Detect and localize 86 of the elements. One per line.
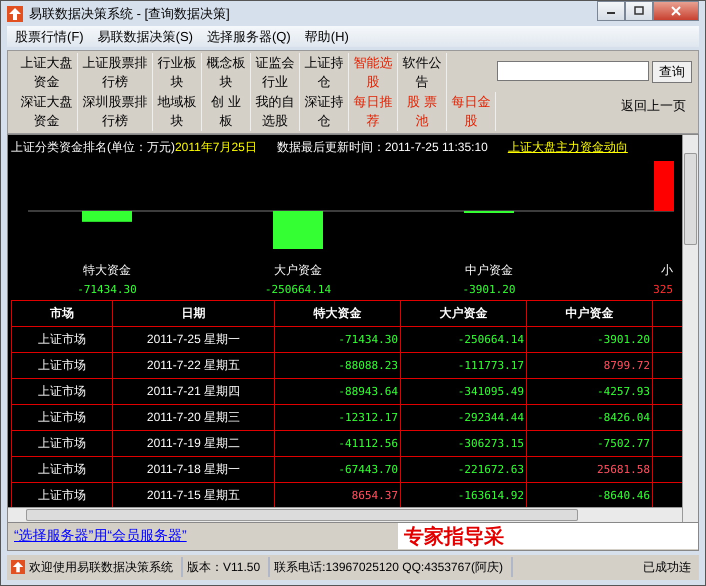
horizontal-scrollbar[interactable] xyxy=(8,506,682,522)
table-cell: -12312.17 xyxy=(274,404,400,430)
menu-item[interactable]: 易联数据决策(S) xyxy=(98,28,193,46)
chart-bar xyxy=(82,210,132,222)
table-cell: 上证市场 xyxy=(12,456,112,482)
table-cell: 上证市场 xyxy=(12,378,112,404)
table-cell: -3901.20 xyxy=(526,326,652,352)
toolbar-link[interactable]: 创 业板 xyxy=(206,92,246,132)
category-label: 中户资金 xyxy=(465,262,513,277)
table-cell: -67443.70 xyxy=(274,456,400,482)
table-cell: 2011-7-22 星期五 xyxy=(112,352,274,378)
search-field[interactable] xyxy=(497,61,649,82)
window-title: 易联数据决策系统 - [查询数据决策] xyxy=(29,4,230,23)
value-label: -250664.14 xyxy=(264,282,332,296)
table-cell: 2011-7-19 星期二 xyxy=(112,430,274,456)
chart-bar xyxy=(273,210,323,249)
toolbar-link[interactable]: 软件公告 xyxy=(402,53,442,92)
status-text: 已成功连 xyxy=(642,558,692,576)
table-cell: -292344.44 xyxy=(400,404,526,430)
vertical-scrollbar[interactable] xyxy=(682,134,698,522)
column-header: 中户资金 xyxy=(526,300,652,326)
table-cell: -8426.04 xyxy=(526,404,652,430)
up-arrow-icon xyxy=(11,560,25,574)
value-label: 325 xyxy=(653,282,673,296)
table-cell: 2011-7-21 星期四 xyxy=(112,378,274,404)
category-label: 特大资金 xyxy=(83,262,131,277)
maximize-button[interactable] xyxy=(625,1,653,21)
panel-title: 上证分类资金排名(单位：万元)2011年7月25日 xyxy=(11,138,257,156)
category-label: 大户资金 xyxy=(274,262,322,277)
close-icon xyxy=(670,6,682,16)
table-cell: -250664.14 xyxy=(400,326,526,352)
column-header: 日期 xyxy=(112,300,274,326)
chart-bar xyxy=(464,210,514,213)
category-label: 小 xyxy=(661,262,673,277)
fund-flow-link[interactable]: 上证大盘主力资金动向 xyxy=(508,138,628,156)
toolbar-link[interactable]: 证监会行业 xyxy=(256,53,294,92)
table-cell: -41112.56 xyxy=(274,430,400,456)
table-cell: 2011-7-18 星期一 xyxy=(112,456,274,482)
status-text: 欢迎使用易联数据决策系统 xyxy=(29,558,173,576)
table-cell: -7502.77 xyxy=(526,430,652,456)
status-text: 版本：V11.50 xyxy=(183,557,270,578)
back-link[interactable]: 返回上一页 xyxy=(621,97,692,116)
close-button[interactable] xyxy=(653,1,699,21)
search-button[interactable]: 查询 xyxy=(652,61,692,84)
up-arrow-icon xyxy=(7,6,23,22)
menu-item[interactable]: 股票行情(F) xyxy=(15,28,84,46)
table-cell: -88943.64 xyxy=(274,378,400,404)
update-time: 数据最后更新时间：2011-7-25 11:35:10 xyxy=(276,138,488,156)
minimize-button[interactable] xyxy=(597,1,625,21)
notice-link[interactable]: “选择服务器”用“会员服务器” xyxy=(8,527,187,546)
ad-banner[interactable]: 专家指导采 xyxy=(398,523,698,550)
table-cell: 2011-7-25 星期一 xyxy=(112,326,274,352)
column-header: 市场 xyxy=(12,300,112,326)
toolbar-link[interactable]: 上证大盘资金 xyxy=(20,53,72,92)
table-cell: -4257.93 xyxy=(526,378,652,404)
chart-bar xyxy=(654,160,674,211)
status-text: 联系电话:13967025120 QQ:4353767(阿庆) xyxy=(270,557,513,578)
table-cell: -71434.30 xyxy=(274,326,400,352)
toolbar-link[interactable]: 我的自选股 xyxy=(256,92,294,132)
column-header: 特大资金 xyxy=(274,300,400,326)
table-cell: -111773.17 xyxy=(400,352,526,378)
table-cell: 25681.58 xyxy=(526,456,652,482)
toolbar-link[interactable]: 概念板块 xyxy=(206,53,246,92)
toolbar-link[interactable]: 上证股票排行榜 xyxy=(82,53,148,92)
table-cell: -306273.15 xyxy=(400,430,526,456)
toolbar-link[interactable]: 深证持仓 xyxy=(304,92,344,132)
value-label: -3901.20 xyxy=(462,282,516,296)
table-cell: 上证市场 xyxy=(12,352,112,378)
menu-item[interactable]: 帮助(H) xyxy=(304,28,349,46)
maximize-icon xyxy=(634,6,644,16)
table-cell: -341095.49 xyxy=(400,378,526,404)
toolbar-link[interactable]: 上证持仓 xyxy=(304,53,344,92)
toolbar-link[interactable]: 深圳股票排行榜 xyxy=(82,92,148,132)
toolbar-link[interactable]: 行业板块 xyxy=(158,53,196,92)
menu-item[interactable]: 选择服务器(Q) xyxy=(206,28,291,46)
table-cell: 上证市场 xyxy=(12,430,112,456)
toolbar-link[interactable]: 深证大盘资金 xyxy=(20,92,72,132)
table-cell: -88088.23 xyxy=(274,352,400,378)
column-header: 大户资金 xyxy=(400,300,526,326)
toolbar-link[interactable]: 地域板块 xyxy=(158,92,196,132)
value-label: -71434.30 xyxy=(77,282,137,296)
table-cell: -221672.63 xyxy=(400,456,526,482)
table-cell: 2011-7-20 星期三 xyxy=(112,404,274,430)
table-cell: 上证市场 xyxy=(12,326,112,352)
table-cell: 8799.72 xyxy=(526,352,652,378)
table-cell: 上证市场 xyxy=(12,404,112,430)
